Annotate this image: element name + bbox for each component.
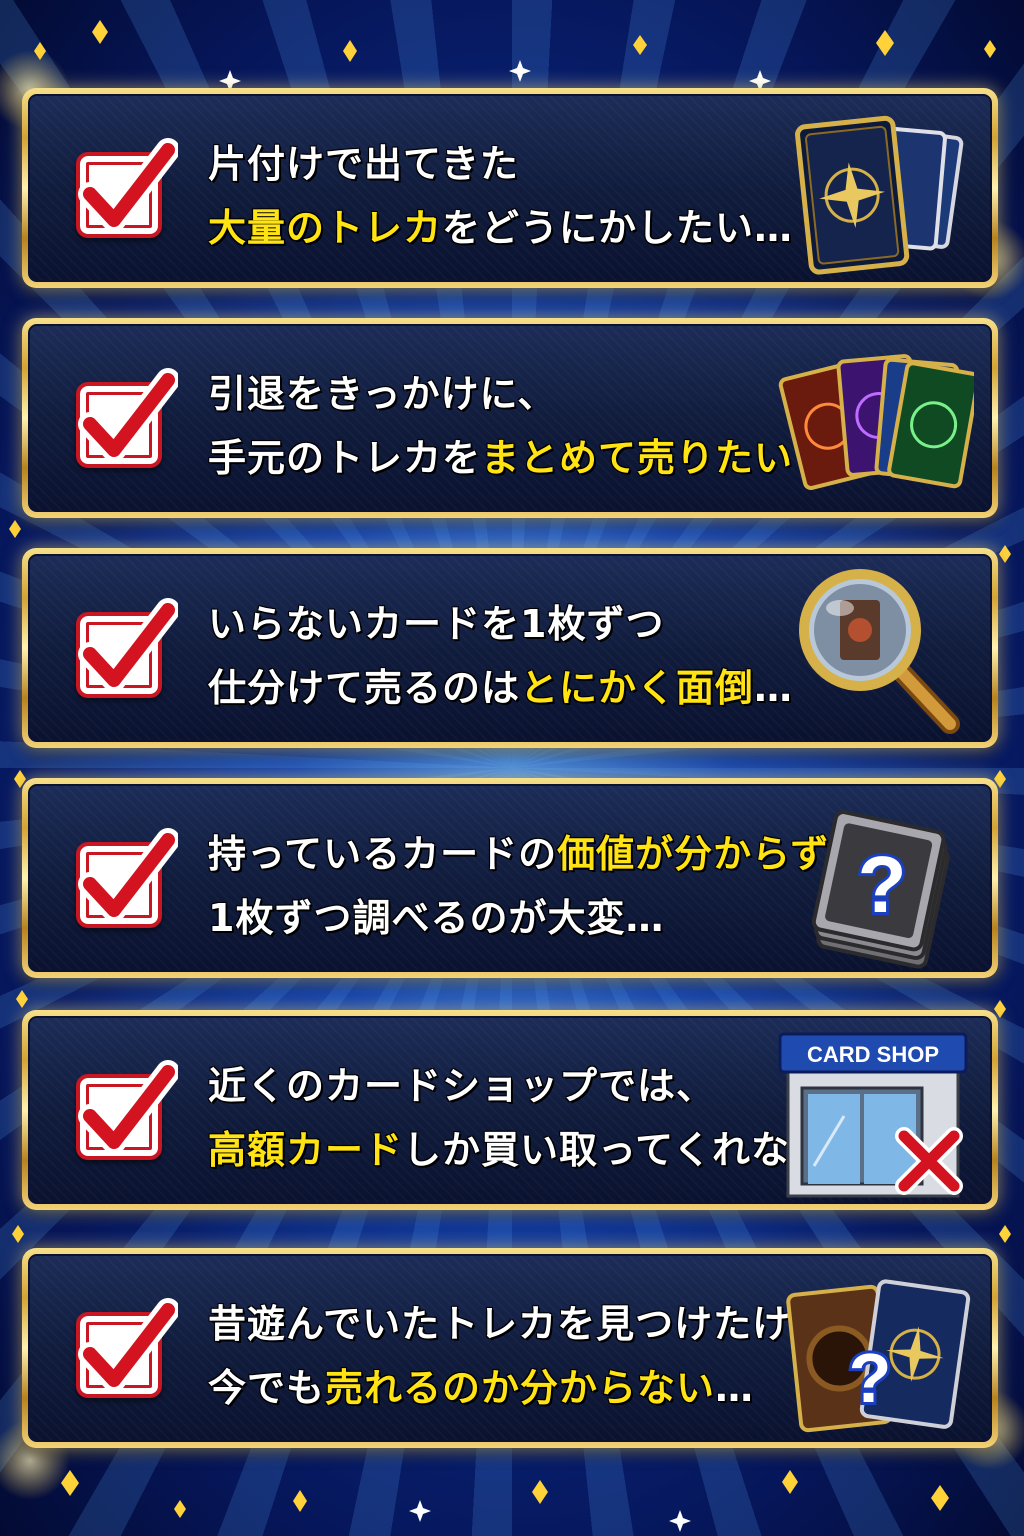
text-segment: … xyxy=(715,1366,755,1410)
text-segment: いらないカードを1枚ずつ xyxy=(208,602,665,646)
checklist-item: いらないカードを1枚ずつ 仕分けて売るのはとにかく面倒… xyxy=(22,548,998,748)
item-line-2: 大量のトレカをどうにかしたい… xyxy=(208,196,794,260)
item-line-2: 仕分けて売るのはとにかく面倒… xyxy=(208,656,792,720)
item-text: 引退をきっかけに、 手元のトレカをまとめて売りたい xyxy=(208,362,794,490)
checklist-item: 引退をきっかけに、 手元のトレカをまとめて売りたい xyxy=(22,318,998,518)
highlight-text: 大量のトレカ xyxy=(208,206,443,250)
checkbox-checked-icon xyxy=(68,826,178,932)
checklist-item: 片付けで出てきた 大量のトレカをどうにかしたい… xyxy=(22,88,998,288)
item-text: 昔遊んでいたトレカを見つけたけど、 今でも売れるのか分からない… xyxy=(208,1292,866,1420)
checkbox-checked-icon xyxy=(68,1296,178,1402)
item-text: いらないカードを1枚ずつ 仕分けて売るのはとにかく面倒… xyxy=(208,592,792,720)
item-line-2: 今でも売れるのか分からない… xyxy=(208,1356,790,1420)
text-segment: 昔遊んでいたトレカを見つけたけど、 xyxy=(208,1302,868,1346)
old-cards-question-icon: ? xyxy=(786,1279,971,1433)
checkbox-checked-icon xyxy=(68,596,178,702)
item-line-1: いらないカードを1枚ずつ xyxy=(208,592,790,656)
card-stack-icon xyxy=(795,115,964,275)
card-shop-icon: CARD SHOP xyxy=(778,1032,968,1198)
text-segment: 手元のトレカを xyxy=(208,436,482,480)
card-fan-icon xyxy=(778,354,974,491)
item-line-1: 片付けで出てきた xyxy=(208,132,790,196)
checkbox-checked-icon xyxy=(68,366,178,472)
highlight-text: まとめて売りたい xyxy=(481,436,794,480)
text-segment: 今でも xyxy=(208,1366,326,1410)
text-segment: 1枚ずつ調べるのが大変… xyxy=(208,896,665,940)
checklist-item: 近くのカードショップでは、 高額カードしか買い取ってくれない… CARD SHO… xyxy=(22,1010,998,1210)
text-segment: 引退をきっかけに、 xyxy=(208,372,557,416)
svg-text:?: ? xyxy=(858,840,907,929)
item-line-2: 高額カードしか買い取ってくれない… xyxy=(208,1118,867,1182)
question-card-icon: ? xyxy=(811,810,950,969)
checklist-item: 昔遊んでいたトレカを見つけたけど、 今でも売れるのか分からない… ? xyxy=(22,1248,998,1448)
checkbox-checked-icon xyxy=(68,136,178,242)
checkbox-checked-icon xyxy=(68,1058,178,1164)
text-segment: をどうにかしたい… xyxy=(442,206,794,250)
item-text: 近くのカードショップでは、 高額カードしか買い取ってくれない… xyxy=(208,1054,867,1182)
item-line-1: 近くのカードショップでは、 xyxy=(208,1054,790,1118)
item-line-1: 持っているカードの価値が分からず、 xyxy=(208,822,865,886)
item-line-1: 昔遊んでいたトレカを見つけたけど、 xyxy=(208,1292,866,1356)
highlight-text: とにかく面倒 xyxy=(520,666,755,710)
text-segment: 近くのカードショップでは、 xyxy=(208,1064,716,1108)
svg-text:?: ? xyxy=(849,1339,892,1417)
item-line-2: 手元のトレカをまとめて売りたい xyxy=(208,426,794,490)
highlight-text: 高額カード xyxy=(208,1128,404,1172)
item-text: 片付けで出てきた 大量のトレカをどうにかしたい… xyxy=(208,132,794,260)
item-line-1: 引退をきっかけに、 xyxy=(208,362,790,426)
shop-sign-text: CARD SHOP xyxy=(807,1042,939,1067)
text-segment: 持っているカードの xyxy=(208,832,558,876)
text-segment: 片付けで出てきた xyxy=(208,142,519,186)
text-segment: 仕分けて売るのは xyxy=(208,666,521,710)
item-text: 持っているカードの価値が分からず、 1枚ずつ調べるのが大変… xyxy=(208,822,865,950)
magnifier-icon xyxy=(799,569,960,734)
checklist-item: 持っているカードの価値が分からず、 1枚ずつ調べるのが大変… ? xyxy=(22,778,998,978)
highlight-text: 売れるのか分からない xyxy=(325,1366,716,1410)
item-line-2: 1枚ずつ調べるのが大変… xyxy=(208,886,790,950)
